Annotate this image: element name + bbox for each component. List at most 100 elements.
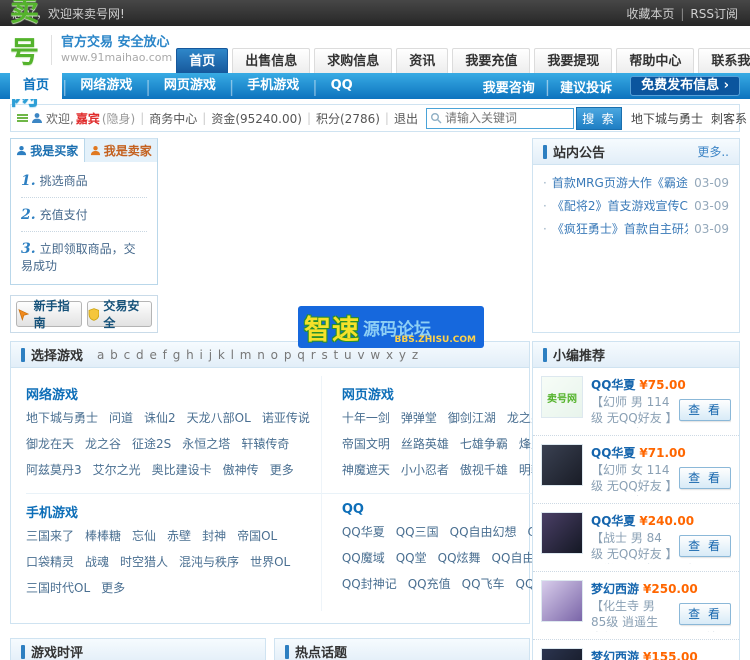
game-link[interactable]: QQ堂: [396, 551, 427, 565]
game-link[interactable]: 天龙八部OL: [187, 411, 251, 425]
game-link[interactable]: 诺亚传说: [262, 411, 310, 425]
game-link[interactable]: QQ充值: [408, 577, 451, 591]
consult-link[interactable]: 我要咨询: [473, 77, 545, 96]
more-link[interactable]: 更多..: [697, 143, 729, 160]
game-link[interactable]: 封神: [202, 529, 226, 543]
subnav-tab-3[interactable]: 网页游戏: [151, 73, 229, 99]
tab-buyer[interactable]: 我是买家: [10, 138, 85, 162]
game-link[interactable]: QQ自由幻想: [450, 525, 517, 539]
game-link[interactable]: 帝国OL: [237, 529, 277, 543]
game-link[interactable]: QQ三国: [396, 525, 439, 539]
favorite-link[interactable]: 收藏本页: [626, 7, 674, 21]
more-link[interactable]: 更多: [270, 463, 294, 477]
announcement-link[interactable]: 《配将2》首支游戏宣传CG娓娓道来: [552, 197, 688, 214]
view-button[interactable]: 查 看: [679, 535, 731, 557]
game-link[interactable]: 棒棒糖: [85, 529, 121, 543]
search-button[interactable]: 搜 索: [575, 106, 622, 130]
game-link[interactable]: QQ飞车: [462, 577, 505, 591]
item-game-link[interactable]: QQ华夏: [591, 514, 635, 528]
game-link[interactable]: 阿兹莫丹3: [26, 463, 82, 477]
game-link[interactable]: QQ华夏: [342, 525, 385, 539]
subnav-tab-1[interactable]: 首页: [10, 73, 63, 99]
nav-tab-4[interactable]: 资讯: [396, 48, 449, 73]
game-link[interactable]: 艾尔之光: [93, 463, 141, 477]
hot-link-2[interactable]: 刺客系: [711, 112, 747, 126]
item-title-row: QQ华夏 ¥71.00: [591, 444, 731, 460]
game-link[interactable]: 时空猎人: [120, 555, 168, 569]
game-link[interactable]: QQ炫舞: [438, 551, 481, 565]
safety-button[interactable]: 交易安全: [86, 299, 152, 330]
view-button[interactable]: 查 看: [679, 399, 731, 421]
game-link[interactable]: 征途2S: [132, 437, 171, 451]
watermark-text-1: 智速: [304, 314, 360, 346]
nav-tab-3[interactable]: 求购信息: [314, 48, 393, 73]
game-link[interactable]: 口袋精灵: [26, 555, 74, 569]
subnav-tab-2[interactable]: 网络游戏: [67, 73, 145, 99]
game-link[interactable]: 问道: [109, 411, 133, 425]
game-link[interactable]: 帝国文明: [342, 437, 390, 451]
nav-tab-2[interactable]: 出售信息: [232, 48, 311, 73]
publish-info-button[interactable]: 免费发布信息 ›: [630, 76, 740, 96]
complaint-link[interactable]: 建议投诉: [550, 77, 622, 96]
user-link-2[interactable]: 资金(95240.00): [211, 110, 302, 127]
game-link[interactable]: 御龙在天: [26, 437, 74, 451]
game-link[interactable]: 十年一剑: [342, 411, 390, 425]
game-link[interactable]: 轩辕传奇: [241, 437, 289, 451]
hot-link-1[interactable]: 地下城与勇士: [631, 112, 703, 126]
view-button[interactable]: 查 看: [679, 467, 731, 489]
game-link[interactable]: 永恒之塔: [182, 437, 230, 451]
game-link[interactable]: 忘仙: [132, 529, 156, 543]
game-link[interactable]: 地下城与勇士: [26, 411, 98, 425]
user-link-4[interactable]: 退出: [394, 110, 418, 127]
game-link[interactable]: 神魔遮天: [342, 463, 390, 477]
announcement-link[interactable]: 首款MRG页游大作《霸途》将于3月: [552, 174, 688, 191]
item-game-link[interactable]: QQ华夏: [591, 378, 635, 392]
tab-seller[interactable]: 我是卖家: [84, 138, 158, 162]
nav-tab-6[interactable]: 我要提现: [534, 48, 613, 73]
item-game-link[interactable]: 梦幻西游: [591, 650, 639, 660]
item-info: QQ华夏 ¥71.00 查 看【幻师 女 114级 无QQ好友 】19区，清号，44…: [583, 444, 731, 496]
item-thumbnail[interactable]: [541, 512, 583, 554]
nav-tab-7[interactable]: 帮助中心: [616, 48, 695, 73]
item-thumbnail[interactable]: [541, 648, 583, 660]
item-thumbnail[interactable]: 卖号网: [541, 376, 583, 418]
item-thumbnail[interactable]: [541, 580, 583, 622]
nav-tab-8[interactable]: 联系我们: [698, 48, 750, 73]
more-link[interactable]: 更多: [101, 581, 125, 595]
item-thumbnail[interactable]: [541, 444, 583, 486]
game-link[interactable]: 赤壁: [167, 529, 191, 543]
game-link[interactable]: 弹弹堂: [401, 411, 437, 425]
game-link[interactable]: 三国时代OL: [26, 581, 90, 595]
game-link[interactable]: 三国来了: [26, 529, 74, 543]
game-link[interactable]: 龙之谷: [85, 437, 121, 451]
game-link[interactable]: 傲视千雄: [460, 463, 508, 477]
subnav-tab-5[interactable]: QQ: [318, 73, 366, 99]
game-link[interactable]: 七雄争霸: [460, 437, 508, 451]
subnav-tab-4[interactable]: 手机游戏: [234, 73, 312, 99]
guide-button[interactable]: 新手指南: [16, 299, 82, 330]
announcement-link[interactable]: 《疯狂勇士》首款自主研发的萌系3D: [552, 220, 688, 237]
item-game-link[interactable]: 梦幻西游: [591, 582, 639, 596]
game-link[interactable]: 傲神传: [223, 463, 259, 477]
item-game-link[interactable]: QQ华夏: [591, 446, 635, 460]
game-link[interactable]: 丝路英雄: [401, 437, 449, 451]
rss-link[interactable]: RSS订阅: [690, 7, 738, 21]
search-input[interactable]: [425, 107, 574, 129]
view-button[interactable]: 查 看: [679, 603, 731, 625]
alphabet-index[interactable]: a b c d e f g h i j k l m n o p q r s t …: [97, 348, 419, 362]
game-link[interactable]: 小小忍者: [401, 463, 449, 477]
user-link-1[interactable]: 商务中心: [149, 110, 197, 127]
game-link[interactable]: 混沌与秩序: [179, 555, 239, 569]
nav-tab-1[interactable]: 首页: [176, 48, 229, 73]
announcement-item: · 《疯狂勇士》首款自主研发的萌系3D 03-09: [543, 217, 729, 240]
game-link[interactable]: QQ魔域: [342, 551, 385, 565]
game-link[interactable]: QQ封神记: [342, 577, 397, 591]
game-link[interactable]: 诛仙2: [144, 411, 176, 425]
game-link[interactable]: 御剑江湖: [448, 411, 496, 425]
game-link[interactable]: 战魂: [85, 555, 109, 569]
user-link-3[interactable]: 积分(2786): [316, 110, 380, 127]
game-link[interactable]: 奥比建设卡: [152, 463, 212, 477]
nav-tab-5[interactable]: 我要充值: [452, 48, 531, 73]
main-column: 选择游戏 a b c d e f g h i j k l m n o p q r…: [10, 341, 637, 660]
game-link[interactable]: 世界OL: [250, 555, 290, 569]
